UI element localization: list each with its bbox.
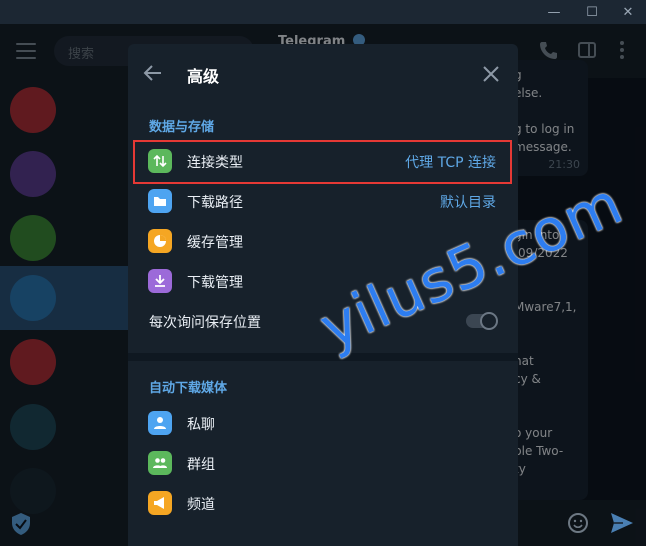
maximize-button[interactable]: ☐: [574, 0, 610, 24]
dialog-title: 高级: [187, 67, 220, 86]
emoji-icon[interactable]: [567, 512, 589, 534]
minimize-button[interactable]: —: [536, 0, 572, 24]
send-icon[interactable]: [610, 512, 634, 534]
setting-label: 下载路径: [187, 195, 243, 211]
setting-label: 私聊: [187, 417, 215, 433]
ask-save-location-toggle[interactable]: [466, 312, 498, 330]
close-window-button[interactable]: ✕: [610, 0, 646, 24]
setting-label: 下载管理: [187, 275, 243, 291]
setting-label: 群组: [187, 457, 215, 473]
folder-icon: [148, 189, 172, 213]
setting-row-download-path[interactable]: 下载路径 默认目录: [128, 181, 518, 221]
pie-chart-icon: [148, 229, 172, 253]
section-title-data-storage: 数据与存储: [149, 120, 215, 135]
megaphone-icon: [148, 491, 172, 515]
setting-row-channels[interactable]: 频道: [128, 483, 518, 523]
highlight-box: [133, 140, 512, 184]
back-arrow-icon[interactable]: [142, 62, 164, 84]
window-titlebar: — ☐ ✕: [0, 0, 646, 24]
group-icon: [148, 451, 172, 475]
section-title-auto-download: 自动下载媒体: [149, 381, 228, 396]
setting-label: 频道: [187, 497, 215, 513]
setting-label: 缓存管理: [187, 235, 243, 251]
setting-row-groups[interactable]: 群组: [128, 443, 518, 483]
setting-row-private-chats[interactable]: 私聊: [128, 403, 518, 443]
setting-label: 每次询问保存位置: [149, 315, 261, 331]
download-icon: [148, 269, 172, 293]
person-icon: [148, 411, 172, 435]
section-divider: [128, 353, 518, 361]
close-icon[interactable]: [480, 63, 502, 85]
dialog-header: 高级: [128, 44, 518, 102]
setting-value: 默认目录: [440, 195, 496, 211]
